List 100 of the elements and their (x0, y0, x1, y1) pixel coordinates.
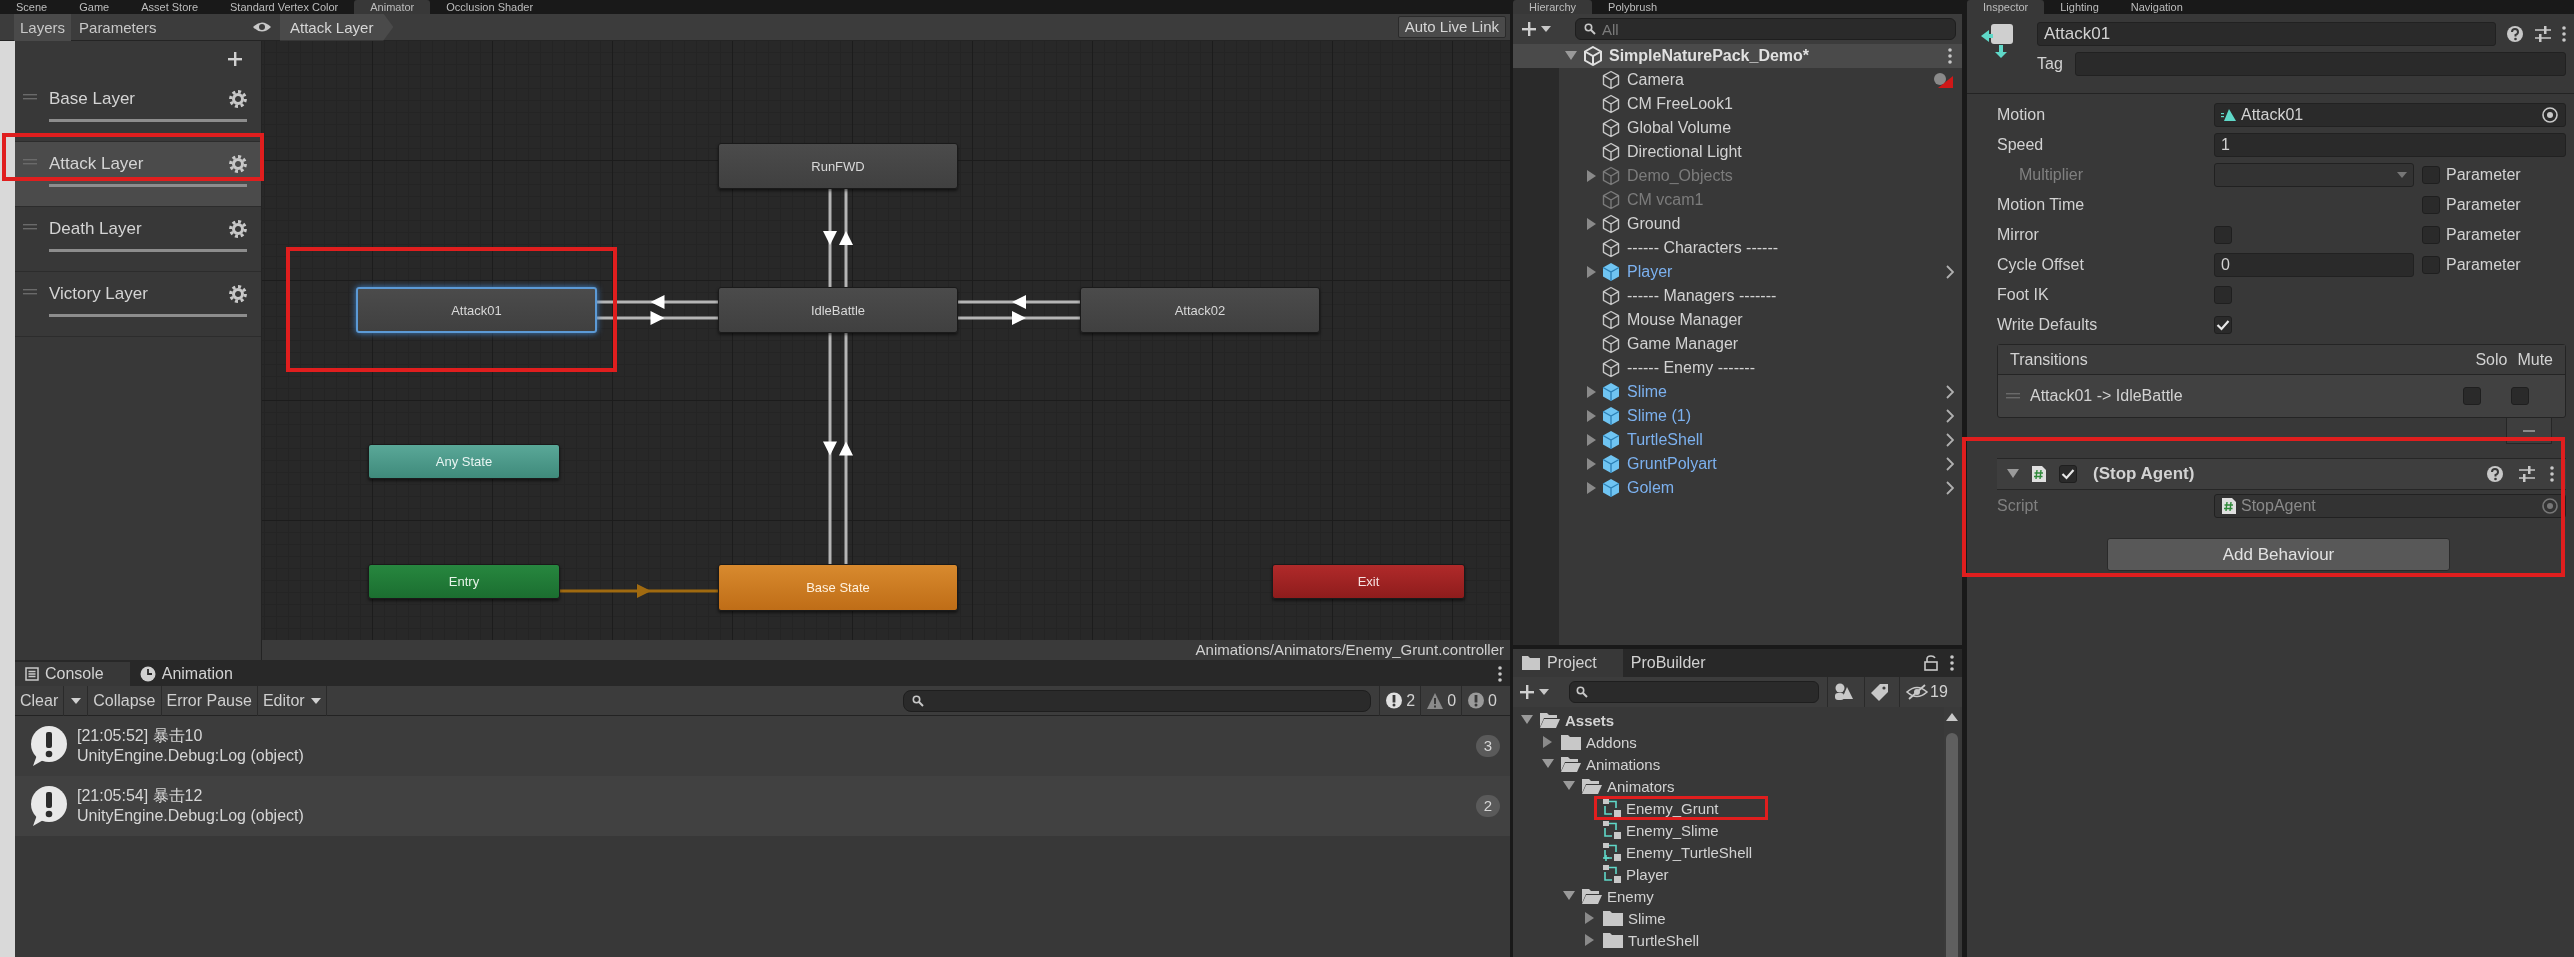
expanded-arrow-icon[interactable] (2007, 469, 2019, 479)
state-node[interactable]: Attack02 (1080, 287, 1320, 333)
collapsed-arrow-icon[interactable] (1587, 410, 1597, 422)
scene-header[interactable]: SimpleNaturePack_Demo* (1513, 44, 1962, 68)
window-tab[interactable]: Console (15, 662, 130, 686)
project-item[interactable]: Enemy_Grunt (1513, 797, 1962, 819)
state-node[interactable]: IdleBattle (718, 287, 958, 333)
project-item[interactable]: Slime (1513, 907, 1962, 929)
collapsed-arrow-icon[interactable] (1585, 934, 1595, 946)
hierarchy-item[interactable]: CM FreeLook1 (1513, 92, 1962, 116)
view-tab[interactable]: Parameters (73, 13, 163, 41)
toolbar-button[interactable]: Clear (15, 685, 65, 716)
transition-row[interactable]: Attack01 -> IdleBattle (1998, 375, 2565, 417)
menu-icon[interactable] (2550, 466, 2554, 482)
layer-item[interactable]: Victory Layer (15, 272, 261, 337)
transition-arrow[interactable] (958, 311, 1080, 325)
toolbar-button[interactable]: Error Pause (161, 685, 258, 716)
scroll-up-icon[interactable] (1946, 713, 1958, 721)
window-tab[interactable]: Inspector (1967, 0, 2045, 14)
window-tab[interactable]: Animator (354, 0, 431, 14)
add-behaviour-button[interactable]: Add Behaviour (2107, 538, 2450, 571)
collapsed-arrow-icon[interactable] (1587, 434, 1597, 446)
chevron-right-icon[interactable] (1946, 433, 1954, 447)
graph-canvas[interactable]: RunFWD Attack01 IdleBattle Attack02 Any State Entry Base State Exit (262, 41, 1510, 640)
hierarchy-item[interactable]: Ground (1513, 212, 1962, 236)
warning-count-icon[interactable] (1426, 691, 1445, 710)
menu-icon[interactable] (2562, 26, 2566, 42)
layer-item[interactable]: Attack Layer (15, 142, 261, 207)
chevron-right-icon[interactable] (1946, 265, 1954, 279)
window-tab[interactable]: Project (1513, 649, 1623, 677)
project-item[interactable]: Animations (1513, 753, 1962, 775)
project-item[interactable]: Addons (1513, 731, 1962, 753)
checkbox[interactable] (2422, 196, 2440, 214)
hierarchy-item[interactable]: Camera (1513, 68, 1962, 92)
solo-checkbox[interactable] (2463, 387, 2481, 405)
gear-icon[interactable] (229, 155, 247, 173)
hidden-packages-toggle[interactable]: 19 (1899, 677, 1954, 707)
checkbox[interactable] (2214, 316, 2232, 334)
transition-arrow[interactable] (839, 189, 853, 287)
toolbar-button[interactable]: Collapse (88, 685, 162, 716)
checkbox[interactable] (2422, 256, 2440, 274)
expanded-arrow-icon[interactable] (1563, 891, 1575, 901)
create-icon[interactable] (1521, 21, 1537, 37)
chevron-right-icon[interactable] (1946, 385, 1954, 399)
script-field[interactable]: StopAgent (2214, 494, 2566, 518)
transition-arrow[interactable] (823, 333, 837, 564)
hierarchy-item[interactable]: Game Manager (1513, 332, 1962, 356)
object-picker-icon[interactable] (2541, 106, 2559, 124)
chevron-right-icon[interactable] (1946, 409, 1954, 423)
add-layer-icon[interactable] (227, 51, 243, 67)
hierarchy-item[interactable]: Golem (1513, 476, 1962, 500)
number-field[interactable]: 0 (2214, 253, 2414, 277)
collapsed-arrow-icon[interactable] (1587, 482, 1597, 494)
state-node[interactable]: Exit (1272, 564, 1465, 599)
log-count-toggle[interactable]: 0 (1420, 685, 1462, 716)
window-tab[interactable]: ProBuilder (1622, 649, 1732, 677)
checkbox[interactable] (2422, 226, 2440, 244)
collapsed-arrow-icon[interactable] (1585, 912, 1595, 924)
caret-icon[interactable] (1539, 689, 1549, 695)
hierarchy-item[interactable]: Directional Light (1513, 140, 1962, 164)
drag-handle-icon[interactable] (23, 289, 37, 295)
expanded-arrow-icon[interactable] (1563, 781, 1575, 791)
caret-icon[interactable] (310, 697, 321, 704)
transition-arrow[interactable] (597, 311, 718, 325)
hierarchy-item[interactable]: GruntPolyart (1513, 452, 1962, 476)
presets-icon[interactable] (2518, 465, 2536, 483)
object-field[interactable]: Attack01 (2214, 103, 2566, 127)
expanded-arrow-icon[interactable] (1565, 51, 1577, 61)
state-node[interactable]: Attack01 (356, 287, 597, 333)
hierarchy-item[interactable]: Global Volume (1513, 116, 1962, 140)
component-header[interactable]: (Stop Agent) (1997, 459, 2566, 490)
weight-slider[interactable] (49, 249, 247, 252)
expanded-arrow-icon[interactable] (1521, 715, 1533, 725)
window-tab[interactable]: Occlusion Shader (430, 0, 550, 14)
gear-icon[interactable] (229, 220, 247, 238)
log-count-toggle[interactable]: 0 (1461, 685, 1502, 716)
menu-icon[interactable] (1950, 655, 1954, 671)
weight-slider[interactable] (49, 119, 247, 122)
toolbar-button[interactable]: Editor (257, 685, 327, 716)
gear-icon[interactable] (229, 285, 247, 303)
dropdown-caret-icon[interactable] (70, 697, 81, 704)
layer-item[interactable]: Death Layer (15, 207, 261, 272)
help-icon[interactable] (2486, 465, 2504, 483)
view-tab[interactable]: Layers (14, 13, 72, 41)
mute-checkbox[interactable] (2511, 387, 2529, 405)
create-icon[interactable] (1519, 684, 1535, 700)
log-entry[interactable]: [21:05:52] 暴击10 UnityEngine.Debug:Log (object) 3 (15, 716, 1510, 776)
gear-icon[interactable] (229, 90, 247, 108)
window-tab[interactable]: Game (63, 0, 126, 14)
checkbox[interactable] (2214, 286, 2232, 304)
collapsed-arrow-icon[interactable] (1587, 218, 1597, 230)
project-item[interactable]: Animators (1513, 775, 1962, 797)
entry-transition-arrow[interactable] (560, 584, 718, 598)
search-field[interactable] (903, 689, 1372, 712)
log-entry[interactable]: [21:05:54] 暴击12 UnityEngine.Debug:Log (object) 2 (15, 776, 1510, 836)
live-link-button[interactable]: Auto Live Link (1397, 16, 1506, 38)
window-tab[interactable]: Lighting (2044, 0, 2115, 14)
help-icon[interactable] (2506, 25, 2524, 43)
hierarchy-item[interactable]: Player (1513, 260, 1962, 284)
drag-handle-icon[interactable] (23, 94, 37, 100)
